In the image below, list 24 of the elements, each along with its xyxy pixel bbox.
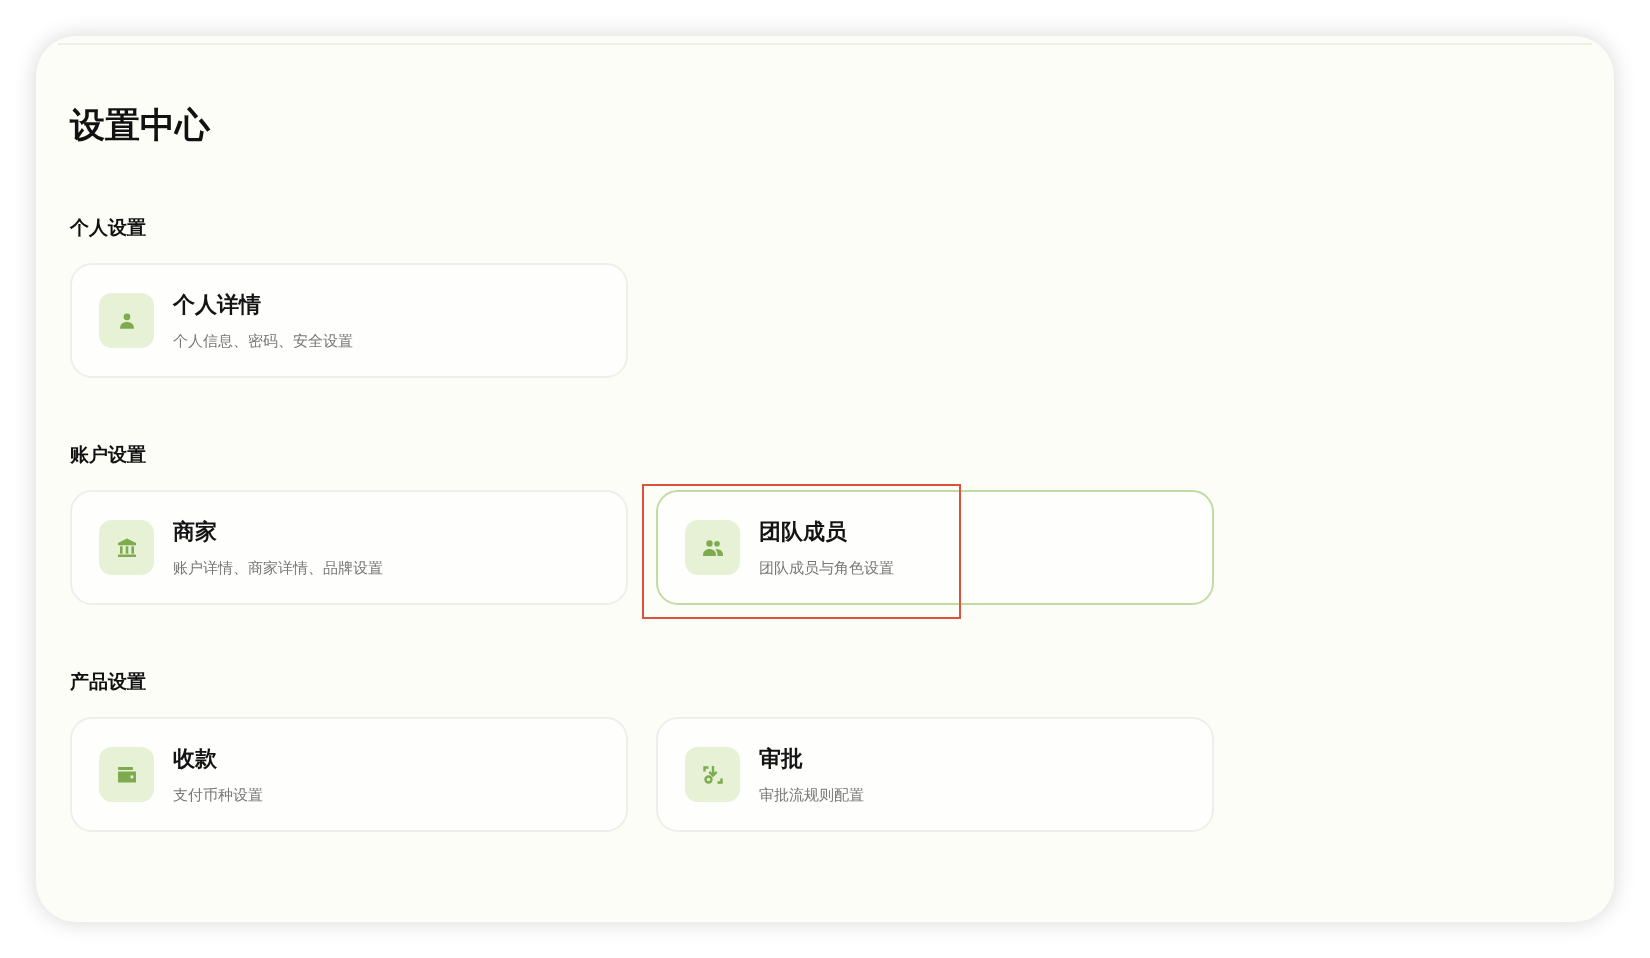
- people-icon: [685, 520, 740, 575]
- card-description: 审批流规则配置: [759, 784, 864, 805]
- settings-card[interactable]: 审批 审批流规则配置: [656, 717, 1214, 832]
- section-heading: 个人设置: [70, 216, 146, 240]
- settings-card[interactable]: 团队成员 团队成员与角色设置: [656, 490, 1214, 605]
- card-title: 商家: [173, 517, 217, 546]
- card-description: 团队成员与角色设置: [759, 557, 894, 578]
- wallet-icon: [99, 747, 154, 802]
- section-heading: 账户设置: [70, 443, 146, 467]
- page-title: 设置中心: [70, 105, 210, 145]
- card-description: 支付币种设置: [173, 784, 263, 805]
- card-title: 收款: [173, 744, 217, 773]
- card-description: 个人信息、密码、安全设置: [173, 330, 353, 351]
- section-heading: 产品设置: [70, 670, 146, 694]
- person-icon: [99, 293, 154, 348]
- card-title: 审批: [759, 744, 803, 773]
- settings-card[interactable]: 商家 账户详情、商家详情、品牌设置: [70, 490, 628, 605]
- card-description: 账户详情、商家详情、品牌设置: [173, 557, 383, 578]
- card-title: 个人详情: [173, 290, 261, 319]
- card-title: 团队成员: [759, 517, 847, 546]
- approval-icon: [685, 747, 740, 802]
- bank-icon: [99, 520, 154, 575]
- settings-card[interactable]: 收款 支付币种设置: [70, 717, 628, 832]
- settings-card[interactable]: 个人详情 个人信息、密码、安全设置: [70, 263, 628, 378]
